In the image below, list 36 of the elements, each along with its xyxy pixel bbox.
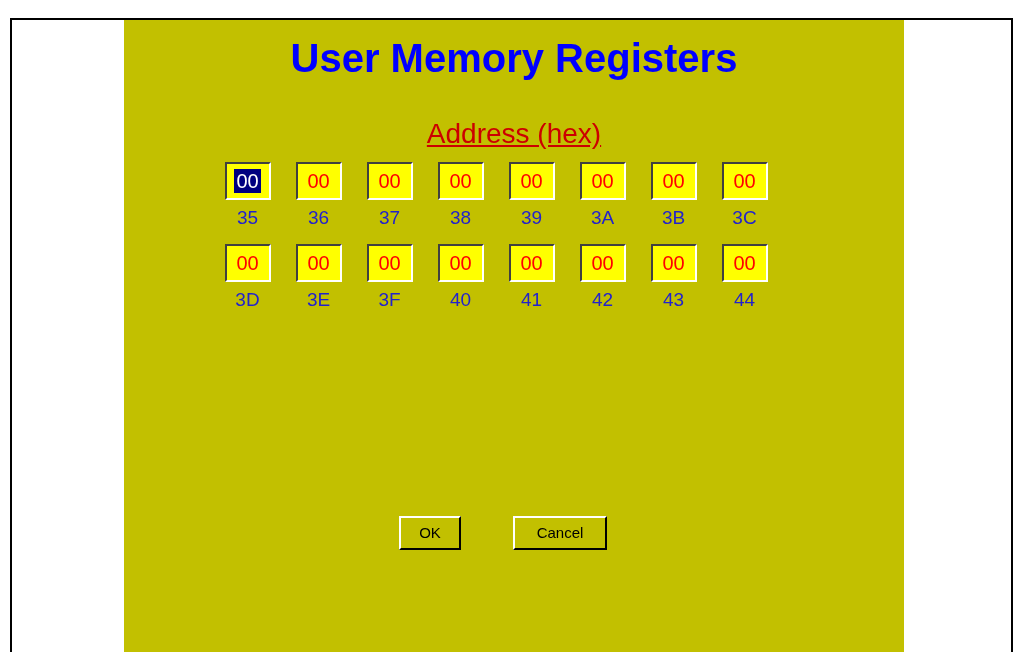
register-field[interactable]: 00 (721, 244, 768, 282)
register-field[interactable]: 00 (437, 244, 484, 282)
address-label: 35 (236, 206, 259, 230)
address-label: 41 (520, 288, 543, 312)
address-label: 3C (732, 206, 757, 230)
address-label: 36 (307, 206, 330, 230)
register-field[interactable]: 00 (650, 162, 697, 200)
address-label: 38 (449, 206, 472, 230)
address-label: 44 (733, 288, 756, 312)
address-label: 43 (662, 288, 685, 312)
register-field[interactable]: 00 (295, 162, 342, 200)
ok-button[interactable]: OK (399, 516, 461, 550)
address-label: 39 (520, 206, 543, 230)
address-heading: Address (hex) (426, 118, 602, 150)
address-label: 37 (378, 206, 401, 230)
address-label: 3A (590, 206, 615, 230)
cancel-button[interactable]: Cancel (513, 516, 607, 550)
register-field[interactable]: 00 (508, 244, 555, 282)
register-field[interactable]: 00 (579, 244, 626, 282)
register-field[interactable]: 00 (224, 162, 271, 200)
address-label: 3F (378, 288, 401, 312)
register-field[interactable]: 00 (366, 162, 413, 200)
address-label: 3E (306, 288, 331, 312)
register-field[interactable]: 00 (508, 162, 555, 200)
register-field[interactable]: 00 (579, 162, 626, 200)
dialog-title: User Memory Registers (290, 35, 738, 82)
address-label: 42 (591, 288, 614, 312)
register-field[interactable]: 00 (650, 244, 697, 282)
register-field[interactable]: 00 (295, 244, 342, 282)
register-field[interactable]: 00 (437, 162, 484, 200)
register-field[interactable]: 00 (366, 244, 413, 282)
address-label: 40 (449, 288, 472, 312)
register-field[interactable]: 00 (721, 162, 768, 200)
address-label: 3B (661, 206, 686, 230)
register-field[interactable]: 00 (224, 244, 271, 282)
address-label: 3D (235, 288, 260, 312)
